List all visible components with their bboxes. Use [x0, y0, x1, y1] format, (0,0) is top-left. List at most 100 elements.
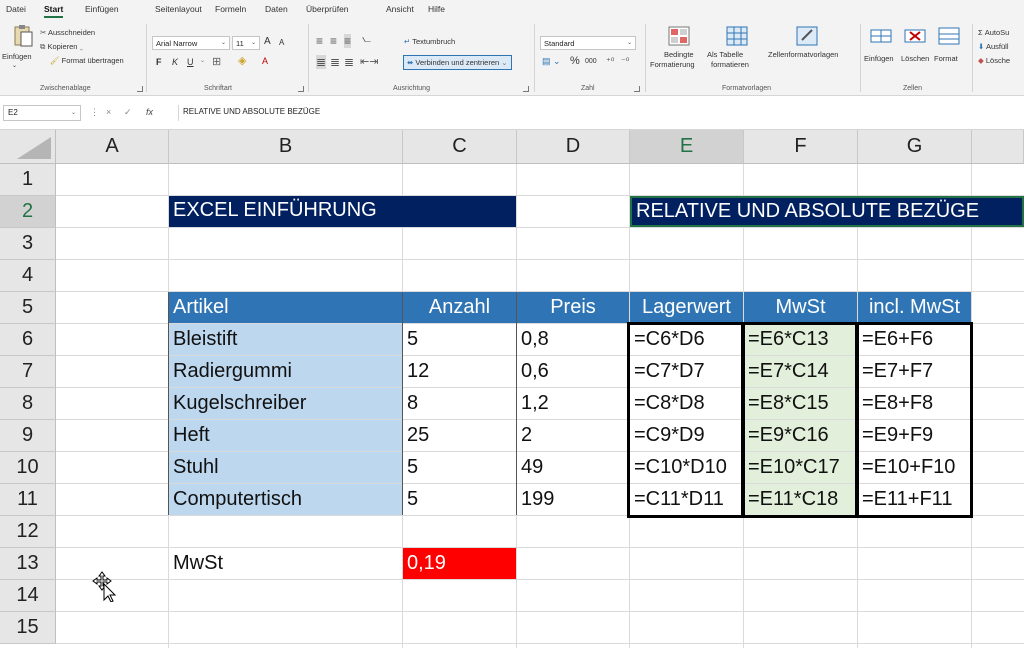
tab-ansicht[interactable]: Ansicht: [386, 4, 414, 14]
copy-button[interactable]: ⧉ Kopieren ⌄: [40, 42, 83, 52]
cell-lagerwert[interactable]: =C10*D10: [630, 452, 743, 483]
cell-artikel[interactable]: Bleistift: [169, 324, 402, 355]
header-incl-mwst[interactable]: incl. MwSt: [858, 292, 971, 323]
column-header-g[interactable]: G: [858, 130, 972, 164]
column-header-h[interactable]: [972, 130, 1024, 164]
cell-mwst[interactable]: =E11*C18: [744, 484, 857, 515]
column-header-d[interactable]: D: [517, 130, 630, 164]
clear-button[interactable]: ◆ Lösche: [978, 56, 1010, 65]
cell-anzahl[interactable]: 5: [403, 484, 516, 515]
row-header-3[interactable]: 3: [0, 228, 56, 260]
merge-center-button[interactable]: ⬌ Verbinden und zentrieren ⌄: [403, 55, 512, 70]
tab-formeln[interactable]: Formeln: [215, 4, 246, 14]
font-launcher-icon[interactable]: [298, 86, 304, 92]
align-bottom-icon[interactable]: ≡: [344, 34, 352, 48]
cell-artikel[interactable]: Radiergummi: [169, 356, 402, 387]
cell-artikel[interactable]: Heft: [169, 420, 402, 451]
orientation-icon[interactable]: ⦦: [362, 33, 371, 46]
fill-button[interactable]: ⬇ Ausfüll: [978, 42, 1008, 51]
paste-button[interactable]: Einfügen: [2, 52, 32, 61]
row-header-8[interactable]: 8: [0, 388, 56, 420]
tab-einfuegen[interactable]: Einfügen: [85, 4, 119, 14]
tab-start[interactable]: Start: [44, 4, 64, 18]
paste-icon[interactable]: [12, 24, 34, 53]
row-header-14[interactable]: 14: [0, 580, 56, 612]
bold-button[interactable]: F: [156, 57, 162, 67]
header-anzahl[interactable]: Anzahl: [403, 292, 516, 323]
row-header-9[interactable]: 9: [0, 420, 56, 452]
cell-lagerwert[interactable]: =C11*D11: [630, 484, 743, 515]
format-cells-button[interactable]: Format: [934, 54, 958, 63]
cell-incl-mwst[interactable]: =E8+F8: [858, 388, 971, 419]
column-header-a[interactable]: A: [56, 130, 169, 164]
row-header-5[interactable]: 5: [0, 292, 56, 324]
tab-daten[interactable]: Daten: [265, 4, 288, 14]
row-header-12[interactable]: 12: [0, 516, 56, 548]
insert-cells-icon[interactable]: [870, 26, 892, 51]
cell-lagerwert[interactable]: =C9*D9: [630, 420, 743, 451]
column-header-e[interactable]: E: [630, 130, 744, 164]
number-launcher-icon[interactable]: [634, 86, 640, 92]
cell-anzahl[interactable]: 25: [403, 420, 516, 451]
title-excel-einfuehrung[interactable]: EXCEL EINFÜHRUNG: [169, 196, 516, 227]
cell-incl-mwst[interactable]: =E6+F6: [858, 324, 971, 355]
mwst-rate-cell[interactable]: 0,19: [403, 548, 516, 579]
alignment-launcher-icon[interactable]: [523, 86, 529, 92]
cell-preis[interactable]: 1,2: [517, 388, 629, 419]
align-left-icon[interactable]: ≣: [316, 55, 327, 69]
cell-mwst[interactable]: =E6*C13: [744, 324, 857, 355]
format-as-table-icon[interactable]: [726, 26, 748, 51]
tab-ueberpruefen[interactable]: Überprüfen: [306, 4, 349, 14]
shrink-font-button[interactable]: A: [279, 38, 284, 47]
cell-incl-mwst[interactable]: =E10+F10: [858, 452, 971, 483]
tab-seitenlayout[interactable]: Seitenlayout: [155, 4, 202, 14]
cell-artikel[interactable]: Kugelschreiber: [169, 388, 402, 419]
format-painter-button[interactable]: 🖌 Format übertragen: [50, 56, 124, 65]
header-artikel[interactable]: Artikel: [169, 292, 402, 323]
delete-cells-icon[interactable]: [904, 26, 926, 51]
cell-incl-mwst[interactable]: =E7+F7: [858, 356, 971, 387]
cell-anzahl[interactable]: 5: [403, 324, 516, 355]
cell-styles-icon[interactable]: [796, 26, 818, 51]
wrap-text-button[interactable]: ↵ Textumbruch: [404, 37, 455, 46]
row-header-13[interactable]: 13: [0, 548, 56, 580]
cell-mwst[interactable]: =E10*C17: [744, 452, 857, 483]
cell-preis[interactable]: 0,8: [517, 324, 629, 355]
font-color-icon[interactable]: A: [262, 56, 268, 66]
conditional-format-button[interactable]: Bedingte: [664, 50, 694, 59]
font-size-select[interactable]: 11 ⌄: [232, 36, 260, 50]
cut-button[interactable]: ✂ Ausschneiden: [40, 28, 95, 37]
row-header-11[interactable]: 11: [0, 484, 56, 516]
enter-icon[interactable]: ✓: [124, 107, 132, 118]
cell-anzahl[interactable]: 12: [403, 356, 516, 387]
select-all-corner[interactable]: [0, 130, 56, 164]
row-header-10[interactable]: 10: [0, 452, 56, 484]
underline-dropdown-icon[interactable]: ⌄: [200, 57, 205, 64]
column-header-c[interactable]: C: [403, 130, 517, 164]
row-header-15[interactable]: 15: [0, 612, 56, 644]
cell-anzahl[interactable]: 5: [403, 452, 516, 483]
cell-preis[interactable]: 199: [517, 484, 629, 515]
autosum-button[interactable]: Σ AutoSu: [978, 28, 1009, 37]
currency-icon[interactable]: ▤ ⌄: [542, 56, 561, 67]
cell-lagerwert[interactable]: =C7*D7: [630, 356, 743, 387]
column-header-b[interactable]: B: [169, 130, 403, 164]
cell-artikel[interactable]: Computertisch: [169, 484, 402, 515]
header-preis[interactable]: Preis: [517, 292, 629, 323]
cell-mwst[interactable]: =E9*C16: [744, 420, 857, 451]
delete-cells-button[interactable]: Löschen: [901, 54, 929, 63]
insert-cells-button[interactable]: Einfügen: [864, 54, 894, 63]
cell-artikel[interactable]: Stuhl: [169, 452, 402, 483]
align-center-icon[interactable]: ≣: [330, 55, 340, 69]
tab-datei[interactable]: Datei: [6, 4, 26, 14]
formula-input[interactable]: RELATIVE UND ABSOLUTE BEZÜGE: [178, 105, 1018, 121]
name-box[interactable]: E2 ⌄: [3, 105, 81, 121]
cell-preis[interactable]: 49: [517, 452, 629, 483]
header-mwst[interactable]: MwSt: [744, 292, 857, 323]
align-top-icon[interactable]: ≡: [316, 34, 323, 48]
cell-styles-button[interactable]: Zellenformatvorlagen: [768, 50, 838, 59]
column-header-f[interactable]: F: [744, 130, 858, 164]
row-header-6[interactable]: 6: [0, 324, 56, 356]
grow-font-button[interactable]: A: [264, 36, 271, 47]
cell-anzahl[interactable]: 8: [403, 388, 516, 419]
